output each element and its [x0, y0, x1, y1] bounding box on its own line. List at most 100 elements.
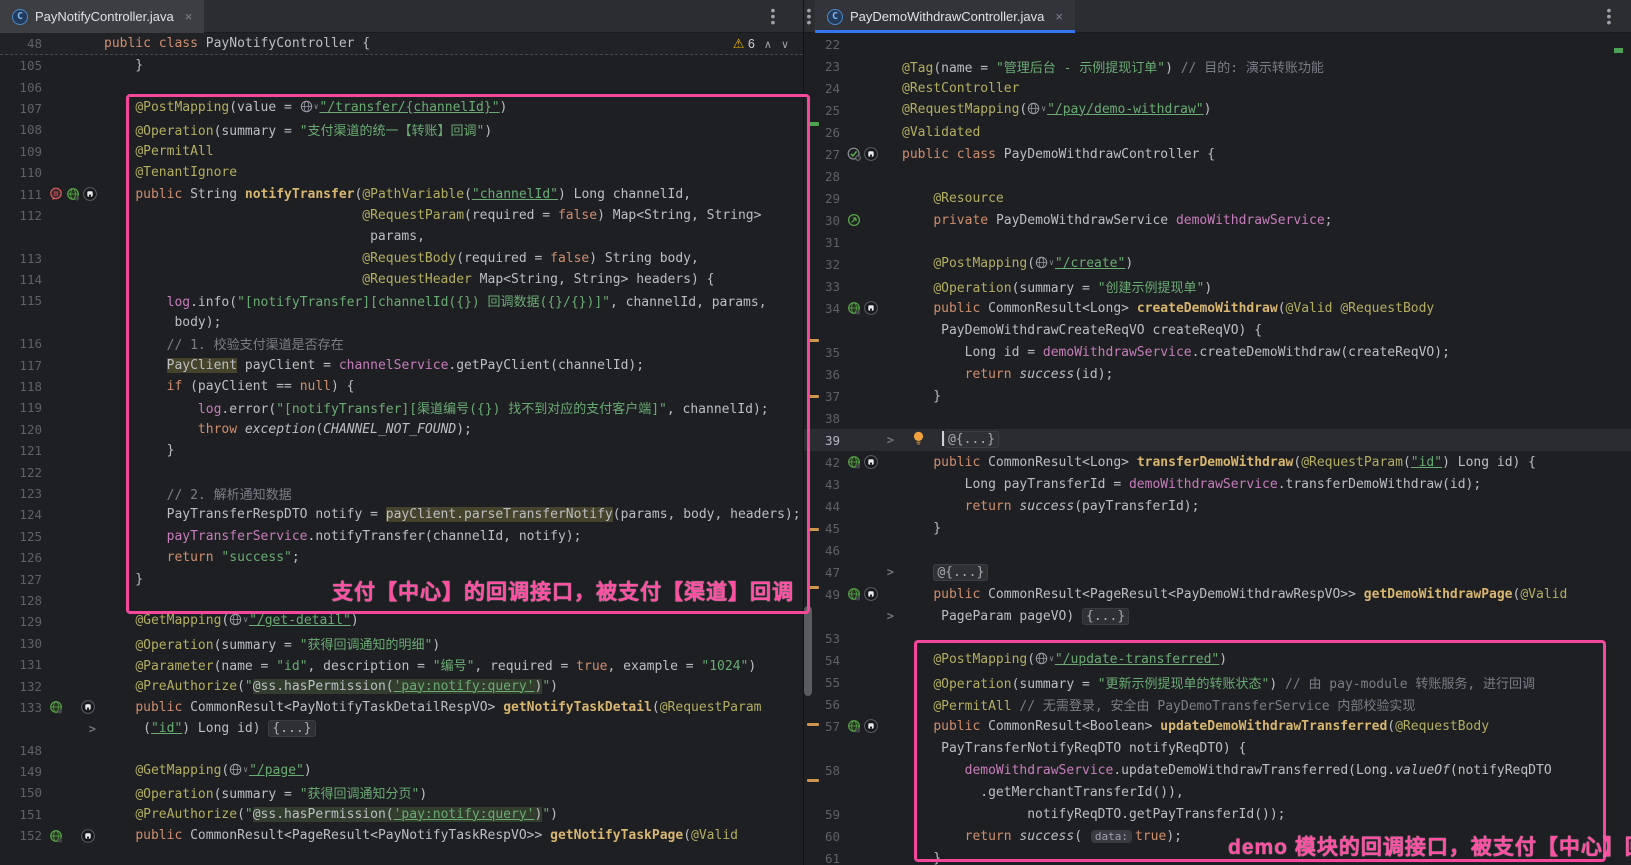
- tab-paydemowithdrawcontroller[interactable]: C PayDemoWithdrawController.java ×: [815, 0, 1075, 33]
- code-line-35[interactable]: 35 Long id = demoWithdrawService.createD…: [804, 341, 1631, 363]
- code-line-108[interactable]: 108 @Operation(summary = "支付渠道的统一【转账】回调"…: [0, 119, 803, 140]
- code-line-32[interactable]: 32 @PostMapping(∨"/create"): [804, 253, 1631, 275]
- code-line-57[interactable]: 57 public CommonResult<Boolean> updateDe…: [804, 715, 1631, 737]
- code-line-59[interactable]: 59 notifyReqDTO.getPayTransferId());: [804, 803, 1631, 825]
- code-line-42[interactable]: 42 public CommonResult<Long> transferDem…: [804, 451, 1631, 473]
- fold-chevron-icon[interactable]: >: [887, 609, 894, 623]
- line-number[interactable]: 130: [0, 636, 42, 651]
- line-number[interactable]: 22: [804, 37, 840, 52]
- url-globe-icon[interactable]: [1027, 102, 1040, 119]
- code-line-47[interactable]: 47> @{...}: [804, 561, 1631, 583]
- api-gutter-icon[interactable]: [864, 147, 878, 161]
- chevron-down-icon[interactable]: ∨: [1049, 654, 1054, 663]
- code-line-28[interactable]: 28: [804, 165, 1631, 187]
- line-number[interactable]: 111: [0, 187, 42, 202]
- scrollbar-thumb[interactable]: [804, 606, 812, 696]
- fold-chevron-icon[interactable]: >: [887, 565, 894, 579]
- line-number[interactable]: 122: [0, 465, 42, 480]
- line-number[interactable]: 151: [0, 807, 42, 822]
- code-line-44[interactable]: 44 return success(payTransferId);: [804, 495, 1631, 517]
- prev-problem-chevron-icon[interactable]: ∧: [764, 38, 772, 51]
- tab-close-icon[interactable]: ×: [185, 9, 193, 24]
- line-number[interactable]: 36: [804, 367, 840, 382]
- code-line-55[interactable]: 55 @Operation(summary = "更新示例提现单的转账状态") …: [804, 671, 1631, 693]
- line-number[interactable]: 43: [804, 477, 840, 492]
- line-number[interactable]: 112: [0, 208, 42, 223]
- line-number[interactable]: 133: [0, 700, 42, 715]
- api-gutter-icon[interactable]: [83, 187, 97, 201]
- code-line-wrap[interactable]: > ("id") Long id) {...}: [0, 718, 803, 739]
- tab-options-kebab-icon[interactable]: •••: [1602, 7, 1616, 25]
- code-line-131[interactable]: 131 @Parameter(name = "id", description …: [0, 654, 803, 675]
- code-line-31[interactable]: 31: [804, 231, 1631, 253]
- code-line-124[interactable]: 124 PayTransferRespDTO notify = payClien…: [0, 504, 803, 525]
- vcs-change-marker[interactable]: [807, 779, 819, 782]
- code-line-45[interactable]: 45 }: [804, 517, 1631, 539]
- code-line-116[interactable]: 116 // 1. 校验支付渠道是否存在: [0, 333, 803, 354]
- code-line-113[interactable]: 113 @RequestBody(required = false) Strin…: [0, 248, 803, 269]
- code-line-39[interactable]: 39> @{...}: [804, 429, 1631, 451]
- line-number[interactable]: 119: [0, 400, 42, 415]
- code-line-38[interactable]: 38: [804, 407, 1631, 429]
- code-line-120[interactable]: 120 throw exception(CHANNEL_NOT_FOUND);: [0, 419, 803, 440]
- code-line-151[interactable]: 151 @PreAuthorize("@ss.hasPermission('pa…: [0, 804, 803, 825]
- line-number[interactable]: 57: [804, 719, 840, 734]
- code-line-123[interactable]: 123 // 2. 解析通知数据: [0, 483, 803, 504]
- code-line-25[interactable]: 25@RequestMapping(∨"/pay/demo-withdraw"): [804, 99, 1631, 121]
- api-gutter-icon[interactable]: [81, 700, 95, 714]
- code-line-114[interactable]: 114 @RequestHeader Map<String, String> h…: [0, 269, 803, 290]
- code-line-43[interactable]: 43 Long payTransferId = demoWithdrawServ…: [804, 473, 1631, 495]
- globe-gutter-icon[interactable]: [847, 719, 861, 733]
- line-number[interactable]: 46: [804, 543, 840, 558]
- line-number[interactable]: 32: [804, 257, 840, 272]
- splitter-kebab-icon[interactable]: •••: [802, 7, 816, 25]
- line-number[interactable]: 44: [804, 499, 840, 514]
- vcs-change-marker[interactable]: [807, 122, 819, 126]
- line-number[interactable]: 30: [804, 213, 840, 228]
- code-line-wrap[interactable]: body);: [0, 312, 803, 333]
- api-gutter-icon[interactable]: [864, 455, 878, 469]
- url-globe-icon[interactable]: [1035, 652, 1048, 669]
- code-line-wrap[interactable]: PayDemoWithdrawCreateReqVO createReqVO) …: [804, 319, 1631, 341]
- code-line-119[interactable]: 119 log.error("[notifyTransfer][渠道编号({})…: [0, 397, 803, 418]
- line-number[interactable]: 61: [804, 851, 840, 865]
- code-line-117[interactable]: 117 PayClient payClient = channelService…: [0, 354, 803, 375]
- globe-gutter-icon[interactable]: [49, 829, 63, 843]
- vcs-change-marker[interactable]: [807, 339, 819, 342]
- mbubble-gutter-icon[interactable]: m: [49, 187, 63, 201]
- line-number[interactable]: 124: [0, 507, 42, 522]
- line-number[interactable]: 48: [0, 36, 42, 51]
- globe-gutter-icon[interactable]: [49, 700, 63, 714]
- code-line-37[interactable]: 37 }: [804, 385, 1631, 407]
- code-line-34[interactable]: 34 public CommonResult<Long> createDemoW…: [804, 297, 1631, 319]
- code-line-129[interactable]: 129 @GetMapping(∨"/get-detail"): [0, 611, 803, 632]
- line-number[interactable]: 128: [0, 593, 42, 608]
- code-line-148[interactable]: 148: [0, 740, 803, 761]
- globe-gutter-icon[interactable]: [847, 301, 861, 315]
- code-line-126[interactable]: 126 return "success";: [0, 547, 803, 568]
- code-line-106[interactable]: 106: [0, 76, 803, 97]
- code-line-49[interactable]: 49 public CommonResult<PageResult<PayDem…: [804, 583, 1631, 605]
- globe-gutter-icon[interactable]: [66, 187, 80, 201]
- code-line-26[interactable]: 26@Validated: [804, 121, 1631, 143]
- line-number[interactable]: 120: [0, 422, 42, 437]
- code-line-149[interactable]: 149 @GetMapping(∨"/page"): [0, 761, 803, 782]
- line-number[interactable]: 129: [0, 614, 42, 629]
- chevron-down-icon[interactable]: ∨: [1049, 258, 1054, 267]
- line-number[interactable]: 58: [804, 763, 840, 778]
- code-line-105[interactable]: 105 }: [0, 55, 803, 76]
- line-number[interactable]: 33: [804, 279, 840, 294]
- line-number[interactable]: 126: [0, 550, 42, 565]
- url-globe-icon[interactable]: [1035, 256, 1048, 273]
- line-number[interactable]: 114: [0, 272, 42, 287]
- globe-gutter-icon[interactable]: [847, 455, 861, 469]
- code-line-115[interactable]: 115 log.info("[notifyTransfer][channelId…: [0, 290, 803, 311]
- code-line-132[interactable]: 132 @PreAuthorize("@ss.hasPermission('pa…: [0, 675, 803, 696]
- code-line-133[interactable]: 133 public CommonResult<PayNotifyTaskDet…: [0, 697, 803, 718]
- line-number[interactable]: 56: [804, 697, 840, 712]
- code-line-58[interactable]: 58 demoWithdrawService.updateDemoWithdra…: [804, 759, 1631, 781]
- tab-close-icon[interactable]: ×: [1055, 9, 1063, 24]
- vcs-change-marker[interactable]: [807, 586, 819, 589]
- vcs-change-marker[interactable]: [807, 395, 819, 398]
- chevron-down-icon[interactable]: ∨: [314, 102, 319, 111]
